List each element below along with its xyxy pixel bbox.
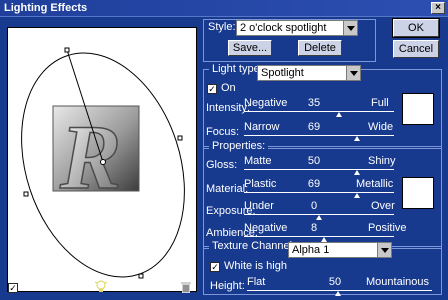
focus-label: Focus: — [206, 126, 240, 138]
intensity-slider-thumb[interactable] — [336, 112, 342, 117]
texture-channel-label: Texture Channel: — [209, 240, 299, 252]
texture-channel-value: Alpha 1 — [292, 244, 330, 256]
light-center-handle — [100, 159, 106, 165]
light-type-select[interactable]: Spotlight — [257, 65, 361, 81]
gloss-label: Gloss: — [206, 159, 238, 171]
title-bar: Lighting Effects × — [0, 0, 448, 17]
material-min-label: Plastic — [244, 178, 277, 190]
chevron-down-icon[interactable] — [343, 21, 357, 35]
handle-left — [23, 191, 29, 197]
ambience-max-label: Positive — [368, 222, 407, 234]
ambience-slider[interactable] — [244, 236, 394, 237]
height-min-label: Flat — [247, 276, 266, 288]
style-panel: Style: 2 o'clock spotlight Save... Delet… — [203, 19, 376, 62]
exposure-max-label: Over — [371, 200, 395, 212]
window-title: Lighting Effects — [4, 2, 88, 14]
gloss-slider-thumb[interactable] — [354, 170, 360, 175]
chevron-down-icon[interactable] — [346, 66, 360, 80]
on-label: On — [221, 82, 236, 94]
gloss-value: 50 — [307, 155, 321, 167]
preview-label: Preview — [22, 281, 62, 293]
gloss-max-label: Shiny — [368, 155, 396, 167]
texture-channel-select[interactable]: Alpha 1 — [288, 242, 392, 258]
white-is-high-label: White is high — [224, 260, 287, 272]
style-label: Style: — [208, 21, 236, 33]
light-bulb-icon[interactable] — [94, 280, 108, 294]
ambience-color-swatch[interactable] — [402, 177, 434, 209]
trash-icon[interactable] — [180, 280, 194, 294]
chevron-down-icon[interactable] — [377, 243, 391, 257]
material-slider-thumb[interactable] — [354, 193, 360, 198]
height-max-label: Mountainous — [366, 276, 429, 288]
white-is-high-checkbox[interactable]: ✓ — [210, 262, 220, 272]
intensity-max-label: Full — [371, 97, 389, 109]
delete-button[interactable]: Delete — [298, 40, 342, 56]
on-checkbox[interactable]: ✓ — [207, 84, 217, 94]
ambience-min-label: Negative — [244, 222, 288, 234]
light-color-swatch[interactable] — [402, 93, 434, 125]
gloss-slider[interactable] — [244, 169, 394, 170]
material-slider[interactable] — [244, 192, 394, 193]
ok-button[interactable]: OK — [392, 18, 440, 38]
material-value: 69 — [307, 178, 321, 190]
style-select[interactable]: 2 o'clock spotlight — [236, 20, 358, 36]
exposure-slider-thumb[interactable] — [316, 215, 322, 220]
style-select-value: 2 o'clock spotlight — [240, 22, 327, 34]
focus-value: 69 — [307, 121, 321, 133]
focus-slider-thumb[interactable] — [354, 136, 360, 141]
exposure-value: 0 — [310, 200, 318, 212]
intensity-value: 35 — [307, 97, 321, 109]
close-icon[interactable]: × — [431, 2, 445, 14]
texture-panel: Texture Channel: Alpha 1 ✓ White is high… — [203, 240, 442, 296]
intensity-min-label: Negative — [244, 97, 288, 109]
material-label: Material: — [206, 183, 249, 195]
save-button[interactable]: Save... — [228, 40, 272, 56]
properties-legend: Properties: — [209, 140, 269, 152]
material-max-label: Metallic — [356, 178, 394, 190]
focus-min-label: Narrow — [244, 121, 280, 133]
handle-right — [177, 135, 183, 141]
height-slider-thumb[interactable] — [335, 291, 341, 296]
properties-panel: Properties: Gloss: Matte Shiny 50 Materi… — [203, 140, 442, 249]
light-type-panel: Light type: Spotlight ✓ On Intensity: Ne… — [203, 63, 442, 149]
handle-top — [64, 47, 70, 53]
exposure-min-label: Under — [244, 200, 274, 212]
dialog-body: R ✓ Preview Style: 2 o'clock spotlight S… — [0, 17, 448, 300]
preview-canvas[interactable]: R — [7, 27, 197, 292]
ambience-value: 8 — [310, 222, 318, 234]
focus-slider[interactable] — [244, 135, 394, 136]
handle-bottom — [138, 273, 144, 279]
preview-image: R — [21, 47, 185, 279]
gloss-min-label: Matte — [244, 155, 272, 167]
preview-checkbox[interactable]: ✓ — [8, 283, 18, 293]
light-type-value: Spotlight — [261, 67, 304, 79]
height-value: 50 — [328, 276, 342, 288]
focus-max-label: Wide — [368, 121, 394, 133]
intensity-slider[interactable] — [244, 111, 394, 112]
cancel-button[interactable]: Cancel — [393, 40, 439, 58]
height-label: Height: — [210, 280, 245, 292]
